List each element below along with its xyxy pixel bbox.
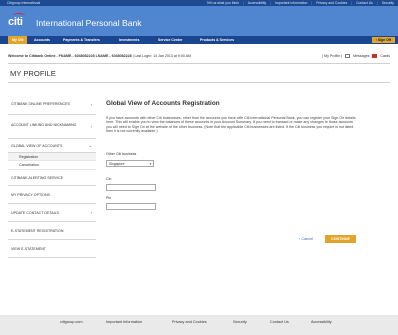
sidebar-item-view-estatement[interactable]: VIEW E-STATEMENT bbox=[8, 240, 96, 258]
other-business-value: Singapore bbox=[109, 162, 125, 166]
sidebar-item-label: MY PRIVACY OPTIONS bbox=[11, 193, 50, 197]
cin-label: Cin bbox=[106, 177, 112, 181]
welcome-details: - FNAME - 6048082228 LNAME - 6048082228 bbox=[56, 54, 132, 58]
pin-label: Pin bbox=[106, 196, 112, 200]
citi-logo[interactable]: citi bbox=[8, 13, 30, 28]
sidebar-item-label: E-STATEMENT REGISTRATION bbox=[11, 229, 64, 233]
welcome-prefix: Welcome to Citibank Online bbox=[8, 54, 56, 58]
chevron-right-icon: › bbox=[90, 123, 92, 129]
footer-link-security[interactable]: Security bbox=[233, 320, 247, 325]
sidebar-item-update-contact[interactable]: UPDATE CONTACT DETAILS › bbox=[8, 204, 96, 222]
section-title: Global View of Accounts Registration bbox=[106, 100, 220, 107]
divider bbox=[8, 63, 390, 64]
sidebar-item-alerting-service[interactable]: CITIBANK ALERTING SERVICE bbox=[8, 170, 96, 186]
sidebar-item-account-linking[interactable]: ACCOUNT LINKING AND NICKNAMING › bbox=[8, 115, 96, 139]
cancel-label: Cancel bbox=[301, 237, 314, 241]
sidebar-subitem-cancellation[interactable]: Cancellation bbox=[8, 161, 96, 170]
cancel-link[interactable]: › Cancel bbox=[299, 236, 313, 242]
welcome-actions: | My Profile | Messages Cards bbox=[322, 52, 390, 60]
sidebar-item-label: VIEW E-STATEMENT bbox=[11, 247, 47, 251]
footer-link-citigroup[interactable]: citigroup.com bbox=[60, 320, 83, 325]
nav-item-investments[interactable]: Investments bbox=[117, 36, 141, 44]
registration-description: If you have accounts with other Citi bus… bbox=[106, 116, 356, 133]
chevron-right-icon: › bbox=[90, 102, 92, 107]
sidebar-item-label: CITIBANK ONLINE PREFERENCES bbox=[11, 102, 70, 106]
nav-item-my-citi[interactable]: My Citi bbox=[8, 36, 28, 44]
footer-link-contact[interactable]: Contact Us bbox=[270, 320, 289, 325]
sidebar-item-label: ACCOUNT LINKING AND NICKNAMING bbox=[11, 123, 77, 127]
chevron-right-icon: › bbox=[90, 209, 92, 215]
my-profile-link[interactable]: | My Profile | bbox=[322, 52, 342, 60]
continue-button[interactable]: CONTINUE bbox=[325, 235, 356, 243]
sidebar-item-label: UPDATE CONTACT DETAILS bbox=[11, 211, 60, 215]
sidebar-item-label: GLOBAL VIEW OF ACCOUNTS bbox=[11, 144, 63, 148]
page-title: MY PROFILE bbox=[10, 69, 56, 78]
pin-input[interactable] bbox=[106, 203, 156, 210]
brand-header: citi International Personal Bank bbox=[0, 6, 398, 36]
other-business-label: Other Citi business bbox=[106, 152, 137, 156]
welcome-text: Welcome to Citibank Online - FNAME - 604… bbox=[8, 52, 191, 60]
profile-sidebar: CITIBANK ONLINE PREFERENCES › ACCOUNT LI… bbox=[8, 96, 96, 258]
footer-link-privacy[interactable]: Privacy and Cookies bbox=[172, 320, 207, 325]
sidebar-item-privacy-options[interactable]: MY PRIVACY OPTIONS bbox=[8, 186, 96, 204]
cards-link[interactable]: Cards bbox=[380, 52, 390, 60]
cin-input[interactable] bbox=[106, 184, 156, 191]
welcome-bar: Welcome to Citibank Online - FNAME - 604… bbox=[0, 52, 398, 60]
divider bbox=[8, 82, 390, 83]
chevron-down-icon: ⌄ bbox=[88, 142, 92, 148]
main-nav: My Citi Accounts Payments & Transfers In… bbox=[0, 36, 398, 44]
sign-off-button[interactable]: ▪ Sign Off bbox=[371, 37, 395, 43]
sidebar-subitem-registration[interactable]: Registration bbox=[8, 153, 96, 161]
brand-title: International Personal Bank bbox=[36, 18, 142, 28]
envelope-icon bbox=[345, 54, 351, 58]
nav-item-payments-transfers[interactable]: Payments & Transfers bbox=[61, 36, 102, 44]
sidebar-item-citibank-online-preferences[interactable]: CITIBANK ONLINE PREFERENCES › bbox=[8, 96, 96, 115]
logo-arc-icon bbox=[13, 13, 25, 19]
other-business-select[interactable]: Singapore ▼ bbox=[106, 160, 154, 167]
messages-link[interactable]: Messages bbox=[353, 52, 369, 60]
card-icon bbox=[372, 54, 378, 58]
footer-link-important-info[interactable]: Important Information bbox=[106, 320, 142, 325]
nav-item-accounts[interactable]: Accounts bbox=[32, 36, 52, 44]
nav-item-service-center[interactable]: Service Center bbox=[156, 36, 185, 44]
footer: citigroup.com Important Information Priv… bbox=[0, 315, 398, 335]
sidebar-item-estatement-registration[interactable]: E-STATEMENT REGISTRATION bbox=[8, 222, 96, 240]
footer-link-accessibility[interactable]: Accessibility bbox=[311, 320, 332, 325]
sign-off-label: Sign Off bbox=[377, 38, 391, 42]
chevron-down-icon: ▼ bbox=[149, 162, 152, 166]
nav-item-products-services[interactable]: Products & Services bbox=[198, 36, 236, 44]
sidebar-item-label: CITIBANK ALERTING SERVICE bbox=[11, 176, 63, 180]
sidebar-item-global-view[interactable]: GLOBAL VIEW OF ACCOUNTS ⌄ bbox=[8, 139, 96, 153]
last-login: | Last Login: 14 Jan 2013 at 9:00 AM bbox=[132, 54, 192, 58]
